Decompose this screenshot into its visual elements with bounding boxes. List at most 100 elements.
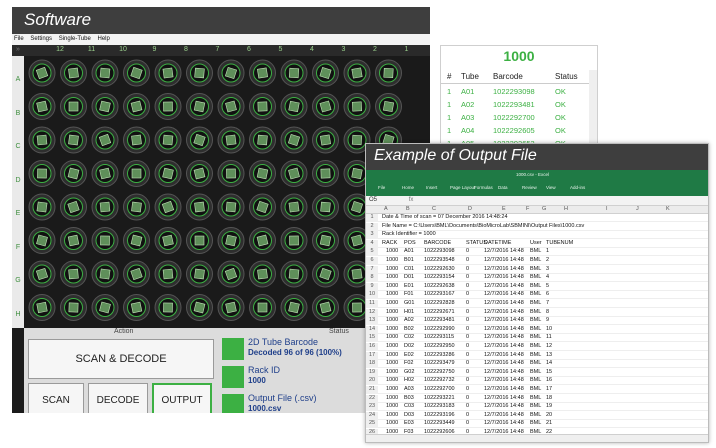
- excel-row[interactable]: 16 1000 D02 1022292950 0 12/7/2016 14:48 BML 12: [366, 343, 708, 351]
- decode-button[interactable]: DECODE: [88, 383, 148, 413]
- tube-cell[interactable]: [91, 59, 119, 87]
- tube-cell[interactable]: [60, 93, 87, 120]
- excel-row[interactable]: 15 1000 C02 1022293115 0 12/7/2016 14:48 BML 11: [366, 334, 708, 343]
- tube-cell[interactable]: [123, 59, 150, 87]
- tube-cell[interactable]: [60, 260, 87, 288]
- tube-cell[interactable]: [249, 126, 276, 154]
- ribbon-tab[interactable]: Home: [402, 185, 414, 190]
- excel-column-letter[interactable]: I: [606, 206, 608, 212]
- excel-row[interactable]: 25 1000 E03 1022293449 0 12/7/2016 14:48 BML 21: [366, 420, 708, 429]
- tube-cell[interactable]: [91, 93, 119, 120]
- tube-cell[interactable]: [123, 260, 150, 288]
- tube-cell[interactable]: [28, 126, 56, 154]
- tube-cell[interactable]: [123, 93, 150, 120]
- tube-cell[interactable]: [280, 260, 308, 288]
- tube-cell[interactable]: [154, 193, 182, 221]
- tube-cell[interactable]: [28, 193, 56, 221]
- tube-cell[interactable]: [154, 93, 182, 120]
- menu-help[interactable]: Help: [98, 36, 110, 42]
- col-barcode[interactable]: Barcode: [493, 72, 523, 81]
- results-row[interactable]: 1 A03 1022292700 OK: [441, 112, 589, 124]
- excel-row[interactable]: 22 1000 B03 1022293221 0 12/7/2016 14:48 BML 18: [366, 394, 708, 403]
- tube-cell[interactable]: [280, 93, 308, 120]
- menu-settings[interactable]: Settings: [30, 36, 52, 42]
- excel-column-letter[interactable]: F: [526, 206, 529, 212]
- excel-row[interactable]: 17 1000 E02 1022293286 0 12/7/2016 14:48 BML 13: [366, 351, 708, 360]
- tube-cell[interactable]: [312, 59, 339, 87]
- tube-cell[interactable]: [186, 160, 213, 187]
- tube-cell[interactable]: [154, 227, 182, 254]
- ribbon-tab[interactable]: Add-ins: [570, 185, 585, 190]
- excel-column-letter[interactable]: A: [384, 206, 388, 212]
- tube-cell[interactable]: [249, 193, 276, 221]
- tube-cell[interactable]: [217, 160, 245, 187]
- tube-cell[interactable]: [28, 294, 56, 321]
- tube-cell[interactable]: [280, 193, 308, 221]
- results-row[interactable]: 1 A02 1022293481 OK: [441, 99, 589, 111]
- results-row[interactable]: 1 A04 1022292605 OK: [441, 125, 589, 137]
- tube-cell[interactable]: [123, 126, 150, 154]
- tube-cell[interactable]: [249, 160, 276, 187]
- ribbon-tab[interactable]: File: [378, 185, 385, 190]
- excel-column-letter[interactable]: K: [666, 206, 670, 212]
- excel-row[interactable]: 21 1000 A03 1022292700 0 12/7/2016 14:48 BML 17: [366, 386, 708, 394]
- excel-sheet[interactable]: 1 Date & Time of scan = 07 December 2016 …: [366, 214, 708, 442]
- tube-cell[interactable]: [123, 227, 150, 254]
- tube-cell[interactable]: [217, 59, 245, 87]
- tube-cell[interactable]: [186, 126, 213, 154]
- tube-cell[interactable]: [154, 260, 182, 288]
- ribbon-tab[interactable]: Data: [498, 185, 508, 190]
- tube-cell[interactable]: [91, 227, 119, 254]
- excel-column-letter[interactable]: E: [502, 206, 506, 212]
- excel-column-letter[interactable]: J: [636, 206, 639, 212]
- excel-column-letter[interactable]: D: [468, 206, 472, 212]
- excel-row[interactable]: 9 1000 E01 1022292638 0 12/7/2016 14:48 BML 5: [366, 282, 708, 291]
- tube-cell[interactable]: [60, 227, 87, 254]
- tube-cell[interactable]: [280, 227, 308, 254]
- tube-cell[interactable]: [60, 59, 87, 87]
- excel-row[interactable]: 7 1000 C01 1022292630 0 12/7/2016 14:48 BML 3: [366, 265, 708, 274]
- tube-cell[interactable]: [312, 294, 339, 321]
- tube-cell[interactable]: [249, 93, 276, 120]
- tube-cell[interactable]: [249, 227, 276, 254]
- excel-row[interactable]: 3 Rack Identifier = 1000: [366, 231, 708, 240]
- tube-cell[interactable]: [217, 126, 245, 154]
- tube-cell[interactable]: [217, 93, 245, 120]
- tube-cell[interactable]: [217, 227, 245, 254]
- excel-row[interactable]: 20 1000 H02 1022292732 0 12/7/2016 14:48 BML 16: [366, 377, 708, 386]
- tube-cell[interactable]: [186, 294, 213, 321]
- name-box[interactable]: O5: [369, 197, 377, 203]
- excel-row[interactable]: 8 1000 D01 1022293154 0 12/7/2016 14:48 BML 4: [366, 274, 708, 283]
- scan-decode-button[interactable]: SCAN & DECODE: [28, 339, 214, 379]
- tube-cell[interactable]: [186, 227, 213, 254]
- tube-cell[interactable]: [60, 126, 87, 154]
- tube-cell[interactable]: [280, 126, 308, 154]
- formula-bar[interactable]: O5 fx: [366, 196, 708, 206]
- excel-row[interactable]: 1 Date & Time of scan = 07 December 2016 …: [366, 214, 708, 222]
- excel-column-letter[interactable]: C: [432, 206, 436, 212]
- ribbon-tab[interactable]: Insert: [426, 185, 437, 190]
- tube-cell[interactable]: [91, 160, 119, 187]
- tube-cell[interactable]: [375, 59, 402, 87]
- tube-cell[interactable]: [28, 59, 56, 87]
- tube-cell[interactable]: [186, 93, 213, 120]
- ribbon-tab[interactable]: View: [546, 185, 556, 190]
- excel-row[interactable]: 13 1000 A02 1022293481 0 12/7/2016 14:48 BML 9: [366, 317, 708, 326]
- tube-cell[interactable]: [249, 59, 276, 87]
- expand-icon[interactable]: »: [12, 46, 24, 53]
- tube-cell[interactable]: [91, 260, 119, 288]
- tube-cell[interactable]: [28, 227, 56, 254]
- col-status[interactable]: Status: [555, 72, 578, 81]
- tube-cell[interactable]: [28, 260, 56, 288]
- scan-button[interactable]: SCAN: [28, 383, 84, 413]
- excel-row[interactable]: 4 RACK POS BARCODE STATUS DATETIME User TUBENUM: [366, 239, 708, 248]
- tube-cell[interactable]: [312, 227, 339, 254]
- excel-column-letter[interactable]: B: [406, 206, 410, 212]
- tube-cell[interactable]: [375, 93, 402, 120]
- tube-cell[interactable]: [28, 93, 56, 120]
- excel-row[interactable]: 14 1000 B02 1022292990 0 12/7/2016 14:48 BML 10: [366, 325, 708, 334]
- tube-cell[interactable]: [343, 59, 371, 87]
- tube-cell[interactable]: [249, 294, 276, 321]
- tube-cell[interactable]: [217, 294, 245, 321]
- excel-row[interactable]: 5 1000 A01 1022293098 0 12/7/2016 14:48 BML 1: [366, 248, 708, 257]
